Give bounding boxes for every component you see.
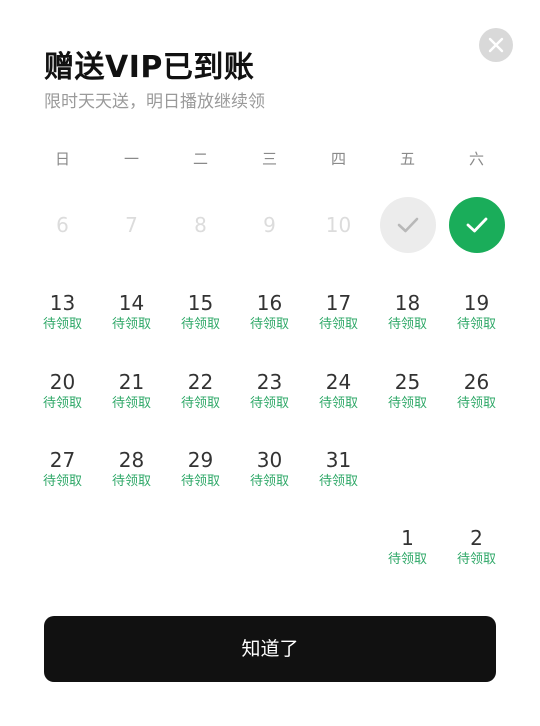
pending-label: 待领取 — [111, 317, 151, 332]
calendar-day-pending: 30 待领取 — [235, 448, 304, 491]
dialog-title: 赠送VIP已到账 — [44, 50, 255, 85]
pending-label: 待领取 — [180, 474, 220, 489]
day-number: 18 — [394, 291, 421, 315]
calendar-day-pending: 23 待领取 — [235, 370, 304, 413]
calendar-day-pending: 26 待领取 — [442, 370, 511, 413]
day-number: 20 — [49, 370, 76, 394]
pending-label: 待领取 — [42, 474, 82, 489]
day-number: 8 — [194, 213, 207, 237]
close-icon — [488, 37, 504, 53]
pending-label: 待领取 — [318, 396, 358, 411]
pending-label: 待领取 — [387, 396, 427, 411]
calendar-day-pending: 24 待领取 — [304, 370, 373, 413]
check-icon — [397, 217, 419, 233]
pending-label: 待领取 — [318, 474, 358, 489]
calendar-day-pending: 19 待领取 — [442, 291, 511, 334]
weekday-fri: 五 — [399, 150, 415, 168]
pending-label: 待领取 — [42, 396, 82, 411]
pending-label: 待领取 — [180, 396, 220, 411]
day-number: 15 — [187, 291, 214, 315]
pending-label: 待领取 — [456, 317, 496, 332]
vip-gift-dialog: 赠送VIP已到账 限时天天送，明日播放继续领 日 一 二 三 四 五 六 6 7… — [0, 0, 540, 726]
calendar-day-pending: 20 待领取 — [28, 370, 97, 413]
calendar-day-pending: 16 待领取 — [235, 291, 304, 334]
close-button[interactable] — [479, 28, 513, 62]
pending-label: 待领取 — [111, 396, 151, 411]
weekday-mon: 一 — [123, 150, 139, 168]
day-number: 29 — [187, 448, 214, 472]
calendar-day-pending: 1 待领取 — [373, 526, 442, 569]
day-number: 23 — [256, 370, 283, 394]
calendar-day-pending: 15 待领取 — [166, 291, 235, 334]
day-number: 31 — [325, 448, 352, 472]
pending-label: 待领取 — [249, 474, 289, 489]
pending-label: 待领取 — [456, 552, 496, 567]
calendar-day-past: 8 — [166, 213, 235, 237]
day-number: 27 — [49, 448, 76, 472]
pending-label: 待领取 — [387, 317, 427, 332]
weekday-sat: 六 — [468, 150, 484, 168]
calendar-day-pending: 31 待领取 — [304, 448, 373, 491]
pending-label: 待领取 — [387, 552, 427, 567]
day-number: 26 — [463, 370, 490, 394]
weekday-thu: 四 — [330, 150, 346, 168]
pending-label: 待领取 — [456, 396, 496, 411]
got-it-button[interactable]: 知道了 — [44, 616, 496, 682]
day-number: 13 — [49, 291, 76, 315]
pending-label: 待领取 — [249, 396, 289, 411]
pending-label: 待领取 — [180, 317, 220, 332]
day-number: 14 — [118, 291, 145, 315]
day-number: 19 — [463, 291, 490, 315]
weekday-wed: 三 — [261, 150, 277, 168]
day-number: 7 — [125, 213, 138, 237]
weekday-header: 日 一 二 三 四 五 六 — [28, 148, 512, 170]
weekday-sun: 日 — [54, 150, 70, 168]
day-number: 6 — [56, 213, 69, 237]
calendar-day-pending: 22 待领取 — [166, 370, 235, 413]
calendar-day-pending: 28 待领取 — [97, 448, 166, 491]
day-number: 17 — [325, 291, 352, 315]
day-number: 21 — [118, 370, 145, 394]
calendar-day-pending: 29 待领取 — [166, 448, 235, 491]
pending-label: 待领取 — [249, 317, 289, 332]
calendar-day-claimed — [380, 197, 436, 253]
day-number: 2 — [470, 526, 483, 550]
calendar-day-pending: 17 待领取 — [304, 291, 373, 334]
day-number: 25 — [394, 370, 421, 394]
day-number: 1 — [401, 526, 414, 550]
pending-label: 待领取 — [111, 474, 151, 489]
calendar-day-past: 10 — [304, 213, 373, 237]
day-number: 30 — [256, 448, 283, 472]
calendar-day-pending: 18 待领取 — [373, 291, 442, 334]
calendar-day-pending: 2 待领取 — [442, 526, 511, 569]
calendar-day-pending: 21 待领取 — [97, 370, 166, 413]
day-number: 10 — [325, 213, 352, 237]
day-number: 28 — [118, 448, 145, 472]
calendar-day-pending: 25 待领取 — [373, 370, 442, 413]
dialog-subtitle: 限时天天送，明日播放继续领 — [44, 92, 265, 112]
day-number: 9 — [263, 213, 276, 237]
day-number: 24 — [325, 370, 352, 394]
calendar-day-past: 7 — [97, 213, 166, 237]
calendar-day-claimed-today — [449, 197, 505, 253]
day-number: 16 — [256, 291, 283, 315]
calendar-day-pending: 13 待领取 — [28, 291, 97, 334]
calendar-day-pending: 27 待领取 — [28, 448, 97, 491]
calendar-day-past: 9 — [235, 213, 304, 237]
pending-label: 待领取 — [318, 317, 358, 332]
day-number: 22 — [187, 370, 214, 394]
weekday-tue: 二 — [192, 150, 208, 168]
pending-label: 待领取 — [42, 317, 82, 332]
calendar-day-pending: 14 待领取 — [97, 291, 166, 334]
check-icon — [466, 217, 488, 233]
calendar-day-past: 6 — [28, 213, 97, 237]
